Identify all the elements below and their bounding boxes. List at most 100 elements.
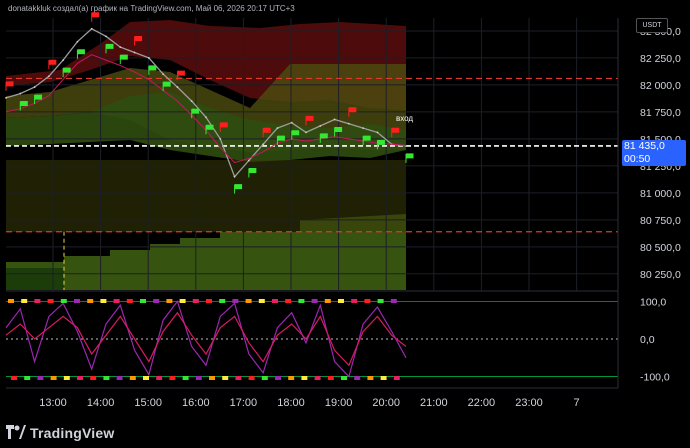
- bottom-signal-marker: [116, 376, 123, 380]
- x-tick-label: 17:00: [230, 397, 258, 409]
- x-tick-label: 18:00: [277, 397, 305, 409]
- top-signal-marker: [166, 299, 173, 303]
- bottom-signal-marker: [143, 376, 149, 380]
- bottom-signal-marker: [129, 376, 136, 380]
- x-tick-label: 20:00: [372, 397, 400, 409]
- price-point: [305, 131, 307, 134]
- price-point: [76, 40, 79, 43]
- tradingview-logo-icon[interactable]: [6, 425, 26, 439]
- bottom-signal-marker: [288, 376, 295, 380]
- price-point: [119, 46, 122, 49]
- x-tick-label: 23:00: [515, 397, 543, 409]
- lower-olive-zone: [6, 160, 406, 232]
- price-point: [133, 51, 136, 54]
- top-signal-marker: [272, 299, 278, 303]
- top-signal-marker: [100, 299, 107, 303]
- oscillator-tick-label: 0,0: [640, 334, 655, 346]
- price-point: [105, 35, 107, 38]
- bottom-signal-marker: [235, 376, 242, 380]
- price-point: [362, 127, 365, 129]
- bottom-signal-marker: [341, 376, 347, 380]
- brand-name[interactable]: TradingView: [30, 425, 114, 441]
- price-point: [62, 59, 65, 61]
- price-point: [247, 159, 250, 162]
- bottom-signal-marker: [24, 376, 31, 380]
- top-signal-marker: [74, 299, 80, 303]
- bottom-signal-marker: [169, 376, 176, 380]
- bottom-signal-marker: [156, 376, 163, 380]
- y-tick-label: 80 750,0: [640, 215, 681, 227]
- bottom-signal-marker: [90, 376, 97, 380]
- price-point: [47, 75, 50, 78]
- x-tick-label: 19:00: [325, 397, 353, 409]
- last-price: 81 435,0: [624, 140, 665, 152]
- top-signal-marker: [113, 299, 120, 303]
- price-point: [319, 125, 322, 127]
- top-signal-marker: [206, 299, 212, 303]
- last-price-tag: 81 435,0 00:50: [622, 140, 686, 166]
- top-signal-marker: [126, 299, 133, 303]
- support-dark-zone: [6, 268, 64, 290]
- price-point: [5, 96, 7, 99]
- top-signal-marker: [390, 299, 397, 303]
- currency-badge[interactable]: USDT: [636, 18, 668, 33]
- x-tick-label: 13:00: [39, 397, 67, 409]
- bottom-signal-marker: [11, 376, 17, 380]
- price-point: [347, 122, 350, 125]
- top-signal-marker: [140, 299, 146, 303]
- price-point: [19, 92, 22, 95]
- bottom-signal-marker: [77, 376, 83, 380]
- entry-annotation: вход: [396, 114, 413, 123]
- bar-countdown: 00:50: [624, 153, 651, 165]
- price-point: [233, 175, 236, 178]
- top-signal-marker: [324, 299, 331, 303]
- oscillator-axis[interactable]: 100,0 0,0 -100,0: [640, 296, 670, 383]
- oscillator-pane[interactable]: [5, 290, 618, 387]
- price-point: [376, 131, 379, 134]
- top-signal-marker: [311, 299, 318, 303]
- price-point: [205, 116, 207, 119]
- bottom-signal-marker: [209, 376, 215, 380]
- price-point: [90, 27, 93, 30]
- top-signal-marker: [364, 299, 371, 303]
- chart-canvas[interactable]: вход 82 500,082 250,082 000,081 750,081 …: [0, 0, 690, 448]
- top-signal-marker: [285, 299, 292, 303]
- bottom-signal-marker: [275, 376, 281, 380]
- top-signal-marker: [192, 299, 199, 303]
- price-point: [176, 86, 179, 88]
- bottom-signal-marker: [195, 376, 202, 380]
- y-tick-label: 82 000,0: [640, 80, 681, 92]
- bottom-signal-marker: [354, 376, 361, 380]
- price-point: [262, 143, 265, 146]
- x-tick-label: 22:00: [468, 397, 496, 409]
- oscillator-tick-label: -100,0: [640, 372, 670, 384]
- bottom-signal-marker: [314, 376, 321, 380]
- price-point: [219, 137, 222, 140]
- top-signal-marker: [87, 299, 94, 303]
- time-axis[interactable]: 13:00 14:00 15:00 16:00 17:00 18:00 19:00 20:00…: [39, 397, 579, 409]
- y-tick-label: 80 250,0: [640, 269, 681, 281]
- bottom-signal-marker: [367, 376, 374, 380]
- bottom-signal-marker: [380, 376, 387, 380]
- x-tick-label: 14:00: [87, 397, 115, 409]
- price-point: [276, 127, 279, 129]
- bottom-signal-marker: [37, 376, 44, 380]
- y-tick-label: 81 000,0: [640, 188, 681, 200]
- y-tick-label: 80 500,0: [640, 242, 681, 254]
- x-tick-label: 16:00: [182, 397, 210, 409]
- price-point: [147, 57, 150, 59]
- top-signal-marker: [8, 299, 14, 303]
- bottom-signal-marker: [301, 376, 308, 380]
- oscillator-tick-label: 100,0: [640, 296, 666, 308]
- price-point: [190, 100, 193, 103]
- x-tick-label: 7: [574, 397, 580, 409]
- bottom-signal-marker: [50, 376, 57, 380]
- top-signal-marker: [338, 299, 344, 303]
- bottom-signal-marker: [327, 376, 334, 380]
- top-signal-marker: [377, 299, 384, 303]
- x-tick-label: 21:00: [420, 397, 448, 409]
- price-point: [290, 121, 293, 124]
- x-tick-label: 15:00: [134, 397, 162, 409]
- price-point: [333, 118, 336, 121]
- bottom-signal-marker: [393, 376, 400, 380]
